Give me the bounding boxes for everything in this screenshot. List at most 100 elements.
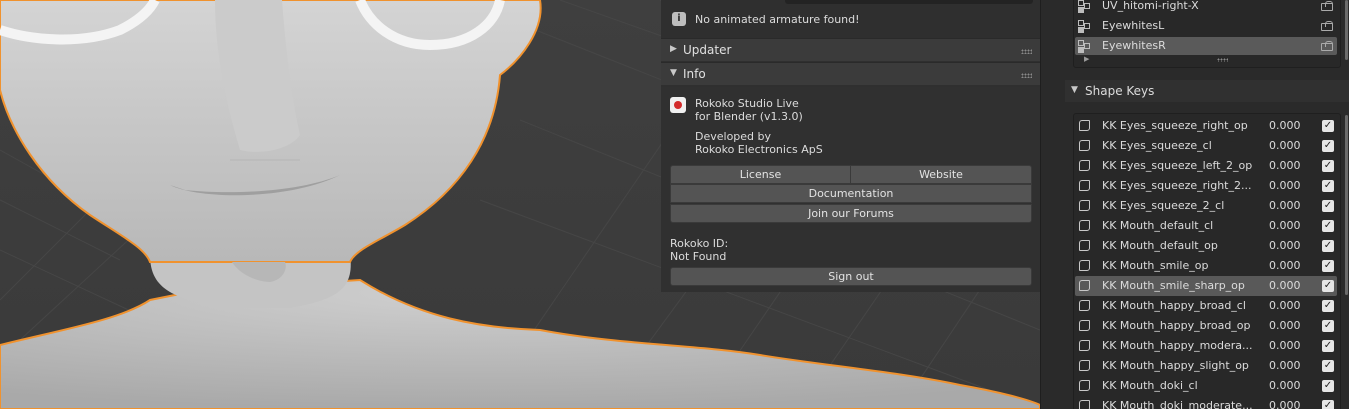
- sidebar-panel: i No animated armature found! ▶ Updater …: [661, 0, 1040, 292]
- documentation-button[interactable]: Documentation: [670, 184, 1032, 203]
- website-button[interactable]: Website: [850, 165, 1032, 184]
- shape-key-row[interactable]: KK Mouth_smile_sharp_op 0.000 ✓: [1075, 276, 1337, 296]
- vertex-group-row[interactable]: EyewhitesL: [1075, 17, 1337, 35]
- shape-key-icon: [1079, 180, 1090, 191]
- shape-key-value[interactable]: 0.000: [1269, 259, 1301, 272]
- shape-key-mute-checkbox[interactable]: ✓: [1322, 300, 1334, 312]
- shape-key-mute-checkbox[interactable]: ✓: [1322, 180, 1334, 192]
- notice-text: No animated armature found!: [695, 13, 860, 26]
- shape-key-mute-checkbox[interactable]: ✓: [1322, 360, 1334, 372]
- collapsed-triangle-icon: ▶: [670, 44, 677, 54]
- developer-label: Developed by: [695, 130, 772, 143]
- shape-key-name[interactable]: KK Eyes_squeeze_cl: [1102, 139, 1212, 152]
- forums-button[interactable]: Join our Forums: [670, 204, 1032, 223]
- updater-label: Updater: [683, 43, 732, 57]
- shape-key-value[interactable]: 0.000: [1269, 219, 1301, 232]
- shape-key-value[interactable]: 0.000: [1269, 399, 1301, 409]
- shape-key-mute-checkbox[interactable]: ✓: [1322, 240, 1334, 252]
- shape-key-row[interactable]: KK Eyes_squeeze_right_2... 0.000 ✓: [1075, 176, 1337, 196]
- shape-key-name[interactable]: KK Mouth_happy_broad_cl: [1102, 299, 1246, 312]
- shape-key-mute-checkbox[interactable]: ✓: [1322, 260, 1334, 272]
- shape-key-value[interactable]: 0.000: [1269, 179, 1301, 192]
- shape-key-name[interactable]: KK Mouth_smile_sharp_op: [1102, 279, 1245, 292]
- shape-key-name[interactable]: KK Mouth_default_op: [1102, 239, 1218, 252]
- shape-key-name[interactable]: KK Mouth_doki_cl: [1102, 379, 1198, 392]
- shape-key-row[interactable]: KK Mouth_doki_moderate... 0.000 ✓: [1075, 396, 1337, 409]
- vertex-group-row[interactable]: UV_hitomi-right-X: [1075, 0, 1337, 15]
- shape-key-name[interactable]: KK Mouth_doki_moderate...: [1102, 399, 1253, 409]
- info-section-header[interactable]: ▼ Info: [661, 62, 1040, 85]
- shape-key-name[interactable]: KK Eyes_squeeze_2_cl: [1102, 199, 1224, 212]
- shape-key-icon: [1079, 160, 1090, 171]
- lock-icon[interactable]: [1321, 21, 1333, 31]
- sign-out-button[interactable]: Sign out: [670, 267, 1032, 286]
- list-resize-grip-icon[interactable]: [1217, 58, 1228, 62]
- shape-key-value[interactable]: 0.000: [1269, 359, 1301, 372]
- shape-key-value[interactable]: 0.000: [1269, 199, 1301, 212]
- shape-key-scrollbar[interactable]: [1345, 115, 1348, 295]
- no-armature-notice: i No animated armature found!: [661, 9, 1040, 31]
- shape-key-value[interactable]: 0.000: [1269, 379, 1301, 392]
- vertex-group-name[interactable]: UV_hitomi-right-X: [1102, 0, 1199, 12]
- lock-icon[interactable]: [1321, 41, 1333, 51]
- list-expand-icon[interactable]: ▶: [1084, 55, 1089, 63]
- shape-key-icon: [1079, 360, 1090, 371]
- shape-key-name[interactable]: KK Mouth_happy_slight_op: [1102, 359, 1249, 372]
- shape-key-mute-checkbox[interactable]: ✓: [1322, 160, 1334, 172]
- vertex-group-name[interactable]: EyewhitesL: [1102, 19, 1164, 32]
- license-button[interactable]: License: [670, 165, 851, 184]
- shape-key-value[interactable]: 0.000: [1269, 319, 1301, 332]
- shape-key-name[interactable]: KK Eyes_squeeze_right_2...: [1102, 179, 1251, 192]
- shape-key-mute-checkbox[interactable]: ✓: [1322, 120, 1334, 132]
- shape-key-name[interactable]: KK Eyes_squeeze_left_2_op: [1102, 159, 1252, 172]
- shape-key-row[interactable]: KK Mouth_happy_broad_op 0.000 ✓: [1075, 316, 1337, 336]
- properties-editor: UV_hitomi-right-X EyewhitesL EyewhitesR ▶ …: [1040, 0, 1349, 409]
- product-name: Rokoko Studio Live: [695, 97, 799, 110]
- vertex-group-name[interactable]: EyewhitesR: [1102, 39, 1166, 52]
- shape-key-row[interactable]: KK Eyes_squeeze_left_2_op 0.000 ✓: [1075, 156, 1337, 176]
- shape-key-icon: [1079, 200, 1090, 211]
- shape-key-mute-checkbox[interactable]: ✓: [1322, 280, 1334, 292]
- shape-key-row[interactable]: KK Eyes_squeeze_cl 0.000 ✓: [1075, 136, 1337, 156]
- shape-key-mute-checkbox[interactable]: ✓: [1322, 320, 1334, 332]
- shape-key-name[interactable]: KK Eyes_squeeze_right_op: [1102, 119, 1248, 132]
- updater-section-header[interactable]: ▶ Updater: [661, 38, 1040, 61]
- shape-key-row[interactable]: KK Eyes_squeeze_2_cl 0.000 ✓: [1075, 196, 1337, 216]
- shape-key-row[interactable]: KK Mouth_happy_broad_cl 0.000 ✓: [1075, 296, 1337, 316]
- drag-grip-icon[interactable]: [1021, 73, 1032, 78]
- vertex-group-scrollbar[interactable]: [1345, 0, 1348, 60]
- shape-key-value[interactable]: 0.000: [1269, 339, 1301, 352]
- vertex-group-icon: [1078, 40, 1090, 52]
- shape-key-value[interactable]: 0.000: [1269, 299, 1301, 312]
- shape-key-mute-checkbox[interactable]: ✓: [1322, 380, 1334, 392]
- shape-key-row[interactable]: KK Mouth_default_op 0.000 ✓: [1075, 236, 1337, 256]
- shape-key-row[interactable]: KK Mouth_doki_cl 0.000 ✓: [1075, 376, 1337, 396]
- shape-key-row[interactable]: KK Eyes_squeeze_right_op 0.000 ✓: [1075, 116, 1337, 136]
- shape-key-mute-checkbox[interactable]: ✓: [1322, 340, 1334, 352]
- shape-key-value[interactable]: 0.000: [1269, 139, 1301, 152]
- expanded-triangle-icon: ▼: [670, 68, 677, 78]
- shape-key-value[interactable]: 0.000: [1269, 239, 1301, 252]
- shape-key-name[interactable]: KK Mouth_happy_modera...: [1102, 339, 1253, 352]
- armature-dropdown[interactable]: [785, 0, 1033, 4]
- shape-key-value[interactable]: 0.000: [1269, 119, 1301, 132]
- shape-key-mute-checkbox[interactable]: ✓: [1322, 400, 1334, 409]
- shape-key-row[interactable]: KK Mouth_happy_slight_op 0.000 ✓: [1075, 356, 1337, 376]
- shape-key-name[interactable]: KK Mouth_happy_broad_op: [1102, 319, 1251, 332]
- shape-key-name[interactable]: KK Mouth_smile_op: [1102, 259, 1208, 272]
- shape-key-mute-checkbox[interactable]: ✓: [1322, 220, 1334, 232]
- shape-key-value[interactable]: 0.000: [1269, 159, 1301, 172]
- shape-key-row[interactable]: KK Mouth_smile_op 0.000 ✓: [1075, 256, 1337, 276]
- vertex-group-row[interactable]: EyewhitesR: [1075, 37, 1337, 55]
- vertex-group-icon: [1078, 20, 1090, 32]
- shape-key-mute-checkbox[interactable]: ✓: [1322, 140, 1334, 152]
- drag-grip-icon[interactable]: [1021, 49, 1032, 54]
- shape-key-name[interactable]: KK Mouth_default_cl: [1102, 219, 1213, 232]
- lock-icon[interactable]: [1321, 1, 1333, 11]
- vertex-group-icon: [1078, 0, 1090, 12]
- shape-key-value[interactable]: 0.000: [1269, 279, 1301, 292]
- shape-key-row[interactable]: KK Mouth_default_cl 0.000 ✓: [1075, 216, 1337, 236]
- shape-key-mute-checkbox[interactable]: ✓: [1322, 200, 1334, 212]
- shape-keys-header[interactable]: ▼ Shape Keys: [1065, 80, 1349, 102]
- shape-key-row[interactable]: KK Mouth_happy_modera... 0.000 ✓: [1075, 336, 1337, 356]
